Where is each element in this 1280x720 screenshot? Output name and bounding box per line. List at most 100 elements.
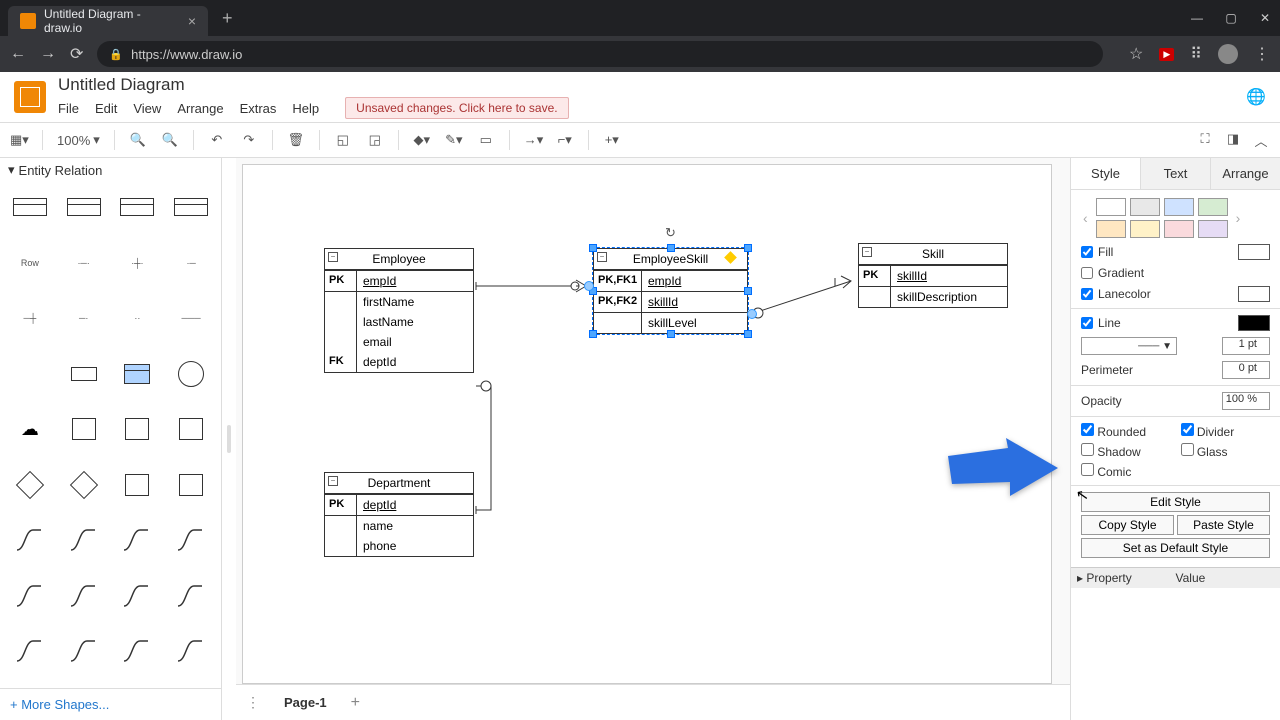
lanecolor-checkbox[interactable]	[1081, 288, 1093, 300]
connection-icon[interactable]: →▾	[524, 132, 542, 148]
paste-style-button[interactable]: Paste Style	[1177, 515, 1270, 535]
swatch-orange[interactable]	[1096, 220, 1126, 238]
shape-note[interactable]	[167, 466, 215, 504]
shape-table-3[interactable]	[114, 188, 162, 226]
shape-box-3[interactable]	[60, 410, 108, 448]
shape-row-3[interactable]: ·┼·	[114, 244, 162, 282]
shape-curve-1[interactable]	[6, 521, 54, 559]
canvas[interactable]: −Employee PKempId firstName lastName ema…	[236, 158, 1070, 684]
entity-employee[interactable]: −Employee PKempId firstName lastName ema…	[324, 248, 474, 373]
tab-arrange[interactable]: Arrange	[1210, 158, 1280, 189]
document-title[interactable]: Untitled Diagram	[58, 75, 569, 95]
shape-curve-9[interactable]	[6, 632, 54, 670]
menu-arrange[interactable]: Arrange	[177, 101, 223, 116]
insert-icon[interactable]: +▾	[603, 132, 621, 148]
shape-curve-12[interactable]	[167, 632, 215, 670]
shape-box-4[interactable]	[114, 410, 162, 448]
page-tab-1[interactable]: Page-1	[272, 689, 339, 716]
menu-help[interactable]: Help	[292, 101, 319, 116]
line-checkbox[interactable]	[1081, 317, 1093, 329]
shape-box-5[interactable]	[167, 410, 215, 448]
save-warning[interactable]: Unsaved changes. Click here to save.	[345, 97, 568, 119]
profile-avatar[interactable]	[1218, 44, 1238, 64]
shape-curve-3[interactable]	[114, 521, 162, 559]
next-swatches-icon[interactable]: ›	[1234, 210, 1243, 226]
close-window-icon[interactable]: ✕	[1258, 11, 1272, 25]
gradient-checkbox[interactable]	[1081, 267, 1093, 279]
fill-checkbox[interactable]	[1081, 246, 1093, 258]
globe-icon[interactable]: 🌐	[1246, 87, 1266, 107]
entity-skill[interactable]: −Skill PKskillId skillDescription	[858, 243, 1008, 308]
edit-style-button[interactable]: Edit Style	[1081, 492, 1270, 512]
shape-curve-5[interactable]	[6, 577, 54, 615]
shape-curve-7[interactable]	[114, 577, 162, 615]
shape-diamond-1[interactable]	[6, 466, 54, 504]
swatch-blue[interactable]	[1164, 198, 1194, 216]
entity-department[interactable]: −Department PKdeptId name phone	[324, 472, 474, 557]
shape-diamond-2[interactable]	[60, 466, 108, 504]
shape-circle[interactable]	[167, 355, 215, 393]
new-tab-button[interactable]: +	[222, 8, 233, 29]
zoom-level[interactable]: 100% ▾	[57, 132, 100, 148]
close-tab-icon[interactable]: ×	[188, 13, 196, 29]
view-mode-icon[interactable]: ▦▾	[10, 132, 28, 148]
menu-view[interactable]: View	[133, 101, 161, 116]
lanecolor-color[interactable]	[1238, 286, 1270, 302]
shape-row-2[interactable]: ·─·	[60, 244, 108, 282]
copy-style-button[interactable]: Copy Style	[1081, 515, 1174, 535]
shape-curve-6[interactable]	[60, 577, 108, 615]
menu-file[interactable]: File	[58, 101, 79, 116]
collapse-icon[interactable]: ︿	[1252, 131, 1270, 150]
menu-edit[interactable]: Edit	[95, 101, 117, 116]
shape-curve-4[interactable]	[167, 521, 215, 559]
swatch-grey[interactable]	[1130, 198, 1160, 216]
swatch-yellow[interactable]	[1130, 220, 1160, 238]
shape-curve-10[interactable]	[60, 632, 108, 670]
address-bar[interactable]: 🔒 https://www.draw.io	[97, 41, 1103, 67]
entity-employeeskill[interactable]: ↻ −EmployeeSkill PK,FK1empId PK,FK2skill…	[593, 248, 748, 334]
shape-table-1[interactable]	[6, 188, 54, 226]
comic-checkbox[interactable]	[1081, 463, 1094, 476]
swatch-pink[interactable]	[1164, 220, 1194, 238]
resize-handle-se[interactable]	[744, 330, 752, 338]
swatch-white[interactable]	[1096, 198, 1126, 216]
resize-handle-sw[interactable]	[589, 330, 597, 338]
waypoint-icon[interactable]: ⌐▾	[556, 132, 574, 148]
glass-checkbox[interactable]	[1181, 443, 1194, 456]
pages-menu-icon[interactable]: ⋮	[246, 694, 260, 711]
shape-curve-11[interactable]	[114, 632, 162, 670]
forward-icon[interactable]: →	[40, 45, 56, 63]
shadow-checkbox[interactable]	[1081, 443, 1094, 456]
endpoint-handle-e[interactable]	[747, 309, 757, 319]
star-icon[interactable]: ☆	[1129, 44, 1143, 64]
to-back-icon[interactable]: ◲	[366, 132, 384, 148]
shape-curve-2[interactable]	[60, 521, 108, 559]
resize-handle-s[interactable]	[667, 330, 675, 338]
undo-icon[interactable]: ↶	[208, 132, 226, 148]
shape-box-6[interactable]	[114, 466, 162, 504]
fill-color-icon[interactable]: ◆▾	[413, 132, 431, 148]
back-icon[interactable]: ←	[10, 45, 26, 63]
rounded-checkbox[interactable]	[1081, 423, 1094, 436]
opacity-input[interactable]: 100 %	[1222, 392, 1270, 410]
line-color[interactable]	[1238, 315, 1270, 331]
tab-style[interactable]: Style	[1071, 158, 1140, 189]
tab-text[interactable]: Text	[1140, 158, 1210, 189]
perimeter-input[interactable]: 0 pt	[1222, 361, 1270, 379]
shape-table-2[interactable]	[60, 188, 108, 226]
redo-icon[interactable]: ↷	[240, 132, 258, 148]
fullscreen-icon[interactable]: ⛶	[1196, 131, 1214, 150]
sidebar-section-header[interactable]: ▾ Entity Relation	[0, 158, 221, 182]
shape-box-1[interactable]	[60, 355, 108, 393]
menu-icon[interactable]: ⋮	[1254, 44, 1270, 64]
rotate-handle[interactable]: ↻	[665, 225, 676, 241]
shadow-icon[interactable]: ▭	[477, 132, 495, 148]
shape-row-6[interactable]: ─·	[60, 299, 108, 337]
prev-swatches-icon[interactable]: ‹	[1081, 210, 1090, 226]
set-default-style-button[interactable]: Set as Default Style	[1081, 538, 1270, 558]
shape-row[interactable]: Row	[6, 244, 54, 282]
shape-curve-8[interactable]	[167, 577, 215, 615]
zoom-out-icon[interactable]: 🔍	[161, 132, 179, 148]
minimize-icon[interactable]: —	[1190, 11, 1204, 25]
shape-row-5[interactable]: ─┼	[6, 299, 54, 337]
